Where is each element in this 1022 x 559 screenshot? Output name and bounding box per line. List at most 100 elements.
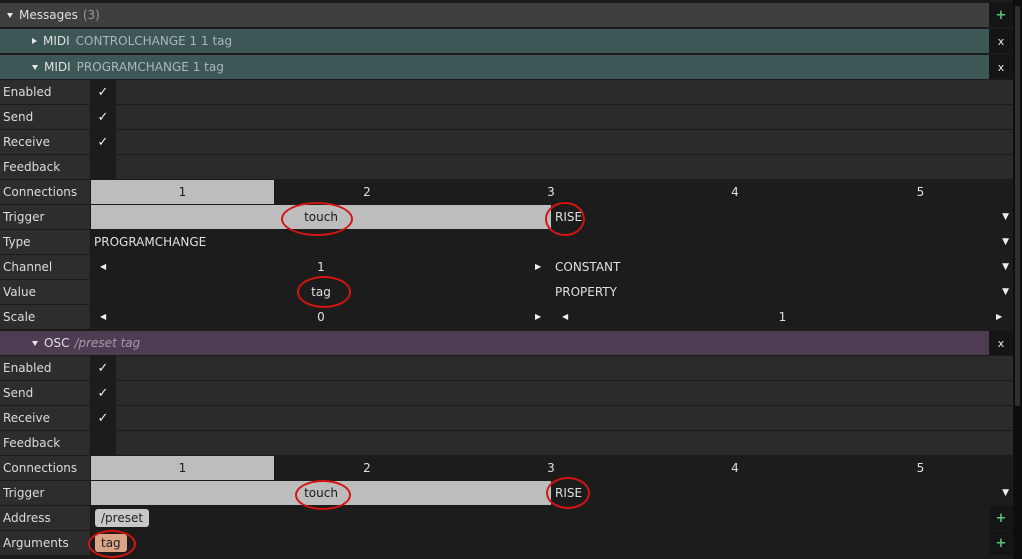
increment-arrow-icon[interactable]: ▶ bbox=[535, 255, 541, 279]
annotation-circle bbox=[546, 477, 590, 509]
scrollbar-thumb[interactable] bbox=[1015, 6, 1020, 406]
midi-message-1-header[interactable]: MIDI CONTROLCHANGE 1 1 tag x bbox=[0, 29, 1013, 53]
receive-label: Receive bbox=[0, 130, 90, 154]
connection-4-toggle[interactable]: 4 bbox=[644, 180, 826, 204]
messages-header-text: Messages (3) bbox=[7, 8, 100, 22]
osc-send-row: Send ✓ bbox=[0, 381, 1013, 405]
send-label: Send bbox=[0, 105, 90, 129]
annotation-circle bbox=[545, 202, 585, 236]
trigger-mode-select[interactable]: RISE ▼ bbox=[552, 481, 1013, 505]
osc-header-text: OSC /preset tag bbox=[32, 336, 140, 350]
value-mode-value: PROPERTY bbox=[555, 285, 617, 299]
empty-area bbox=[116, 431, 1013, 455]
messages-title: Messages bbox=[19, 8, 78, 22]
receive-label: Receive bbox=[0, 406, 90, 430]
dropdown-arrow-icon: ▼ bbox=[1002, 237, 1009, 247]
osc-connections-row: Connections 1 2 3 4 5 bbox=[0, 456, 1013, 480]
remove-midi-1-button[interactable]: x bbox=[989, 29, 1013, 53]
dropdown-arrow-icon: ▼ bbox=[1002, 212, 1009, 222]
connection-4-toggle[interactable]: 4 bbox=[644, 456, 826, 480]
connections-label: Connections bbox=[0, 456, 90, 480]
osc-type: OSC bbox=[44, 336, 70, 350]
receive-checkbox[interactable]: ✓ bbox=[91, 130, 115, 154]
connection-1-toggle[interactable]: 1 bbox=[91, 180, 274, 204]
connection-2-toggle[interactable]: 2 bbox=[276, 456, 458, 480]
empty-area bbox=[116, 155, 1013, 179]
address-token[interactable]: /preset bbox=[95, 509, 150, 527]
decrement-arrow-icon[interactable]: ◀ bbox=[562, 305, 568, 329]
midi-trigger-row: Trigger touch RISE ▼ bbox=[0, 205, 1013, 229]
osc-receive-row: Receive ✓ bbox=[0, 406, 1013, 430]
connection-1-toggle[interactable]: 1 bbox=[91, 456, 274, 480]
receive-checkbox[interactable]: ✓ bbox=[91, 406, 115, 430]
midi-type-row: Type PROGRAMCHANGE ▼ bbox=[0, 230, 1013, 254]
midi-channel-row: Channel 1 ◀ ▶ CONSTANT ▼ bbox=[0, 255, 1013, 279]
dropdown-arrow-icon: ▼ bbox=[1002, 262, 1009, 272]
decrement-arrow-icon[interactable]: ◀ bbox=[100, 305, 106, 329]
channel-mode-select[interactable]: CONSTANT ▼ bbox=[552, 255, 1013, 279]
empty-area bbox=[116, 381, 1013, 405]
midi-message-2-header[interactable]: MIDI PROGRAMCHANGE 1 tag x bbox=[0, 55, 1013, 79]
collapse-icon bbox=[32, 64, 38, 70]
empty-area bbox=[116, 406, 1013, 430]
connections-label: Connections bbox=[0, 180, 90, 204]
midi-1-summary: CONTROLCHANGE 1 1 tag bbox=[75, 34, 233, 48]
increment-arrow-icon[interactable]: ▶ bbox=[996, 305, 1002, 329]
feedback-label: Feedback bbox=[0, 155, 90, 179]
arguments-label: Arguments bbox=[0, 531, 90, 555]
midi-2-header-text: MIDI PROGRAMCHANGE 1 tag bbox=[32, 60, 224, 74]
trigger-label: Trigger bbox=[0, 481, 90, 505]
send-label: Send bbox=[0, 381, 90, 405]
connection-5-toggle[interactable]: 5 bbox=[828, 456, 1013, 480]
messages-panel: Messages (3) + MIDI CONTROLCHANGE 1 1 ta… bbox=[0, 0, 1022, 559]
type-select[interactable]: PROGRAMCHANGE ▼ bbox=[91, 230, 1013, 254]
osc-message-header[interactable]: OSC /preset tag x bbox=[0, 331, 1013, 355]
scale-min-stepper[interactable]: 0 bbox=[91, 305, 551, 329]
add-address-button[interactable]: + bbox=[989, 506, 1013, 530]
remove-midi-2-button[interactable]: x bbox=[989, 55, 1013, 79]
feedback-checkbox[interactable] bbox=[91, 431, 115, 455]
address-label: Address bbox=[0, 506, 90, 530]
channel-mode-value: CONSTANT bbox=[555, 260, 621, 274]
add-message-button[interactable]: + bbox=[989, 3, 1013, 27]
empty-area bbox=[116, 105, 1013, 129]
collapse-icon bbox=[32, 340, 38, 346]
messages-header[interactable]: Messages (3) + bbox=[0, 3, 1013, 27]
osc-arguments-row: Arguments tag + bbox=[0, 531, 1013, 555]
add-argument-button[interactable]: + bbox=[989, 531, 1013, 555]
connection-3-toggle[interactable]: 3 bbox=[460, 180, 642, 204]
trigger-mode-select[interactable]: RISE ▼ bbox=[552, 205, 1013, 229]
connection-3-toggle[interactable]: 3 bbox=[460, 456, 642, 480]
enabled-checkbox[interactable]: ✓ bbox=[91, 356, 115, 380]
connection-5-toggle[interactable]: 5 bbox=[828, 180, 1013, 204]
scale-max-value: 1 bbox=[778, 310, 787, 324]
value-label: Value bbox=[0, 280, 90, 304]
channel-label: Channel bbox=[0, 255, 90, 279]
osc-address-row: Address /preset + bbox=[0, 506, 1013, 530]
scale-max-stepper[interactable]: 1 bbox=[552, 305, 1013, 329]
midi-value-row: Value tag PROPERTY ▼ bbox=[0, 280, 1013, 304]
empty-area bbox=[116, 80, 1013, 104]
enabled-checkbox[interactable]: ✓ bbox=[91, 80, 115, 104]
connection-2-toggle[interactable]: 2 bbox=[276, 180, 458, 204]
decrement-arrow-icon[interactable]: ◀ bbox=[100, 255, 106, 279]
send-checkbox[interactable]: ✓ bbox=[91, 105, 115, 129]
midi-connections-row: Connections 1 2 3 4 5 bbox=[0, 180, 1013, 204]
annotation-circle bbox=[297, 276, 351, 308]
collapse-icon bbox=[7, 12, 13, 18]
dropdown-arrow-icon: ▼ bbox=[1002, 287, 1009, 297]
empty-area bbox=[116, 356, 1013, 380]
midi-send-row: Send ✓ bbox=[0, 105, 1013, 129]
value-mode-select[interactable]: PROPERTY ▼ bbox=[552, 280, 1013, 304]
midi-feedback-row: Feedback bbox=[0, 155, 1013, 179]
midi-1-type: MIDI bbox=[43, 34, 70, 48]
feedback-checkbox[interactable] bbox=[91, 155, 115, 179]
remove-osc-button[interactable]: x bbox=[989, 331, 1013, 355]
annotation-circle bbox=[88, 530, 136, 558]
increment-arrow-icon[interactable]: ▶ bbox=[535, 305, 541, 329]
midi-receive-row: Receive ✓ bbox=[0, 130, 1013, 154]
arguments-field[interactable]: tag bbox=[91, 531, 1013, 555]
send-checkbox[interactable]: ✓ bbox=[91, 381, 115, 405]
address-field[interactable]: /preset bbox=[91, 506, 1013, 530]
osc-feedback-row: Feedback bbox=[0, 431, 1013, 455]
